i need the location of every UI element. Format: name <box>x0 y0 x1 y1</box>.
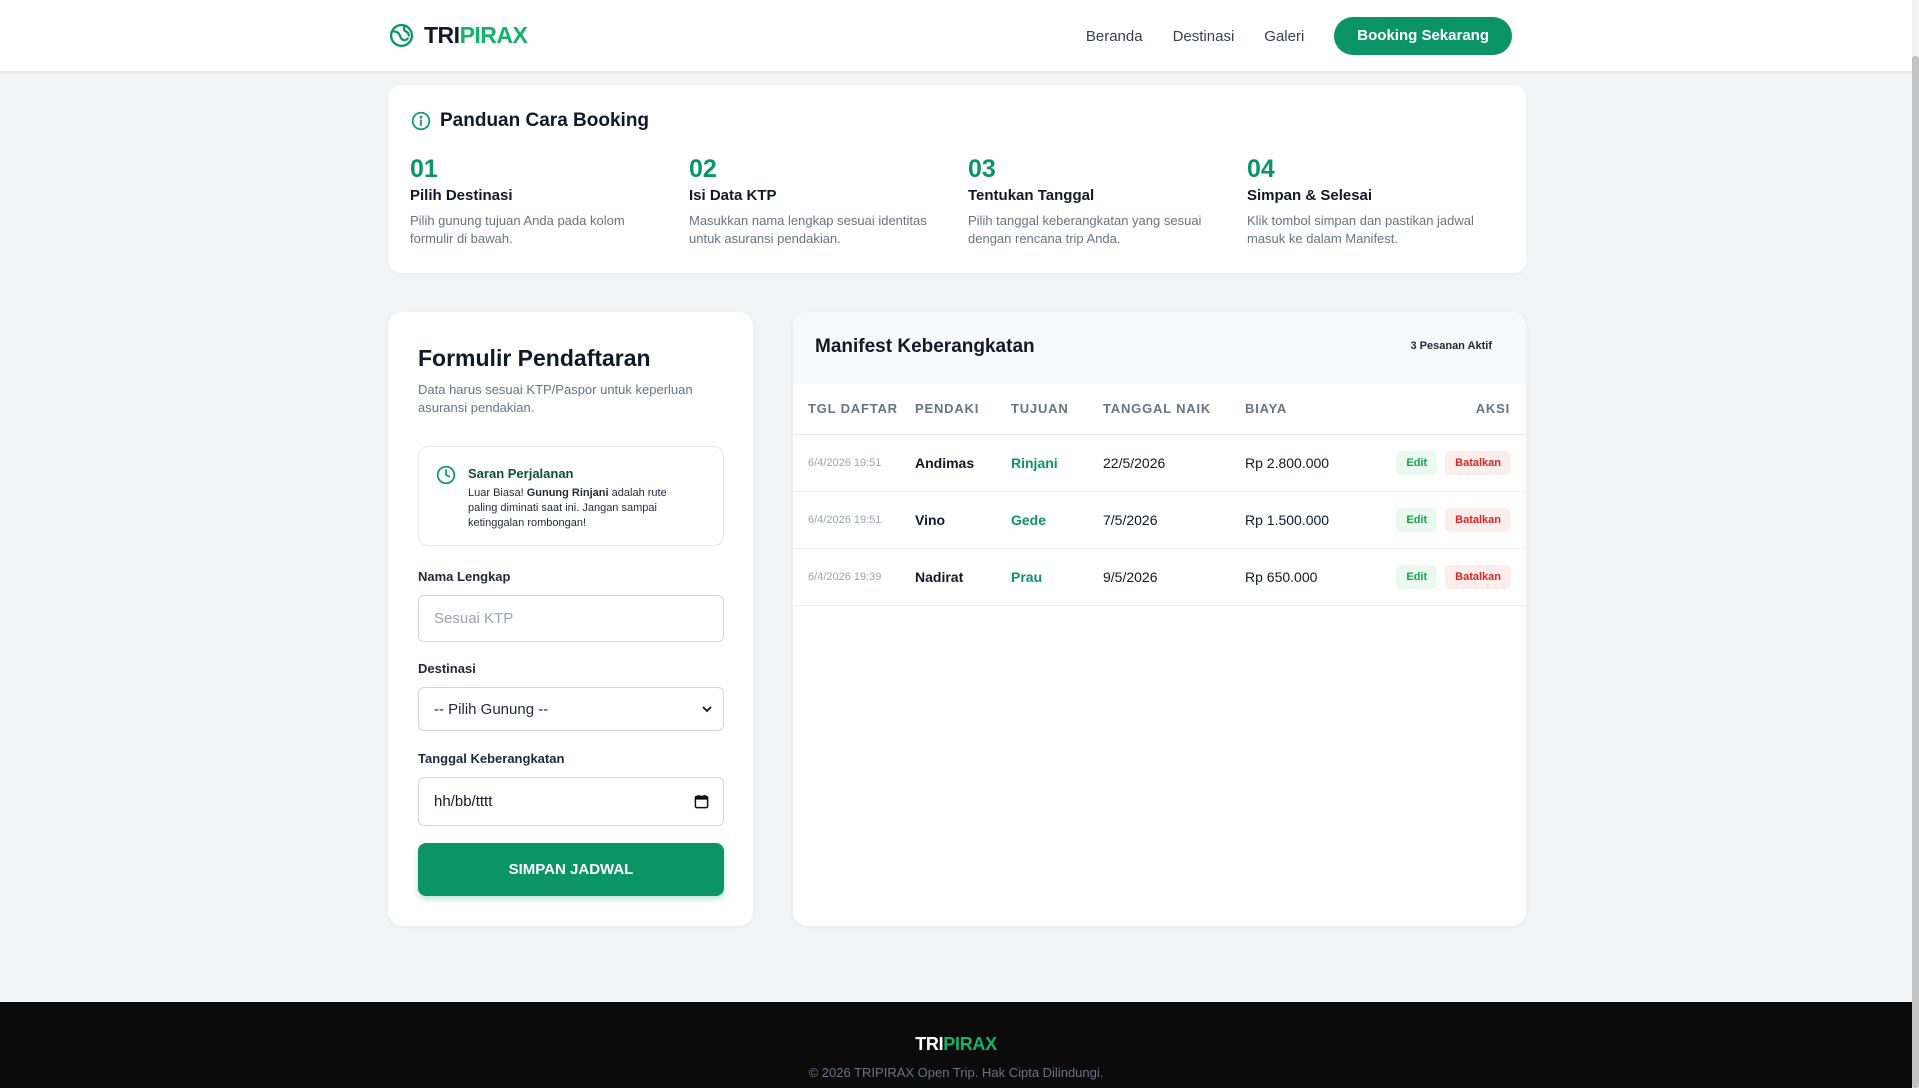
cell-hiker: Nadirat <box>915 548 1011 606</box>
step-description: Pilih gunung tujuan Anda pada kolom form… <box>410 213 625 246</box>
step-description: Pilih tanggal keberangkatan yang sesuai … <box>968 213 1202 246</box>
col-cost: BIAYA <box>1245 384 1370 435</box>
guide-step: 01 Pilih Destinasi Pilih gunung tujuan A… <box>410 155 689 248</box>
name-placeholder: Sesuai KTP <box>434 610 514 627</box>
guide-title: Panduan Cara Booking <box>440 110 650 131</box>
cell-climb-date: 22/5/2026 <box>1103 434 1245 492</box>
step-title: Simpan & Selesai <box>1247 187 1373 204</box>
edit-button[interactable]: Edit <box>1396 564 1438 589</box>
travel-tip-box: Saran Perjalanan Luar Biasa! Gunung Rinj… <box>418 446 724 546</box>
cell-hiker: Vino <box>915 491 1011 549</box>
departure-date-input[interactable]: hh/bb/tttt <box>418 777 724 826</box>
cancel-button[interactable]: Batalkan <box>1445 450 1511 475</box>
guide-step: 02 Isi Data KTP Masukkan nama lengkap se… <box>689 155 968 248</box>
guide-step: 04 Simpan & Selesai Klik tombol simpan d… <box>1247 155 1526 248</box>
site-footer: TRIPIRAX © 2026 TRIPIRAX Open Trip. Hak … <box>0 1002 1912 1088</box>
nav-link-galeri[interactable]: Galeri <box>1264 28 1304 45</box>
guide-step: 03 Tentukan Tanggal Pilih tanggal kebera… <box>968 155 1247 248</box>
cell-destination: Rinjani <box>1011 434 1103 492</box>
cell-climb-date: 7/5/2026 <box>1103 491 1245 549</box>
date-value: hh/bb/tttt <box>434 793 493 810</box>
tip-highlight: Gunung Rinjani <box>526 487 609 499</box>
table-row: 6/4/2026 19:51 Andimas Rinjani 22/5/2026… <box>793 434 1526 492</box>
nav-link-beranda[interactable]: Beranda <box>1086 28 1143 45</box>
chevron-down-icon <box>702 706 712 713</box>
tip-title: Saran Perjalanan <box>468 466 574 481</box>
cell-cost: Rp 2.800.000 <box>1245 434 1370 492</box>
step-number: 04 <box>1247 155 1275 183</box>
calendar-icon[interactable] <box>694 794 709 809</box>
step-number: 01 <box>410 155 438 183</box>
edit-button[interactable]: Edit <box>1396 450 1438 475</box>
save-schedule-button[interactable]: SIMPAN JADWAL <box>418 843 724 896</box>
cancel-button[interactable]: Batalkan <box>1445 564 1511 589</box>
cell-registered: 6/4/2026 19:39 <box>793 548 915 606</box>
departure-manifest-card: Manifest Keberangkatan 3 Pesanan Aktif T… <box>793 312 1526 926</box>
col-hiker: PENDAKI <box>915 384 1011 435</box>
cell-cost: Rp 1.500.000 <box>1245 491 1370 549</box>
form-title: Formulir Pendaftaran <box>418 345 651 371</box>
cell-cost: Rp 650.000 <box>1245 548 1370 606</box>
table-header-row: TGL DAFTAR PENDAKI TUJUAN TANGGAL NAIK B… <box>793 384 1526 435</box>
brand-logo[interactable]: TRIPIRAX <box>389 22 528 49</box>
tip-text: Luar Biasa! Gunung Rinjani adalah rute p… <box>468 487 667 529</box>
cancel-button[interactable]: Batalkan <box>1445 507 1511 532</box>
destination-selected-value: -- Pilih Gunung -- <box>434 700 549 718</box>
footer-logo: TRIPIRAX <box>915 1034 997 1054</box>
edit-button[interactable]: Edit <box>1396 507 1438 532</box>
copyright-text: © 2026 TRIPIRAX Open Trip. Hak Cipta Dil… <box>808 1065 1104 1080</box>
cell-destination: Prau <box>1011 548 1103 606</box>
cell-climb-date: 9/5/2026 <box>1103 548 1245 606</box>
scrollbar[interactable] <box>1912 0 1919 1088</box>
form-subtitle: Data harus sesuai KTP/Paspor untuk keper… <box>418 382 693 415</box>
step-description: Klik tombol simpan dan pastikan jadwal m… <box>1247 213 1474 246</box>
active-orders-badge: 3 Pesanan Aktif <box>1410 340 1492 352</box>
manifest-header: Manifest Keberangkatan 3 Pesanan Aktif <box>793 312 1526 384</box>
col-actions: AKSI <box>1370 384 1526 435</box>
table-row: 6/4/2026 19:51 Vino Gede 7/5/2026 Rp 1.5… <box>793 491 1526 549</box>
cell-actions: Edit Batalkan <box>1370 491 1526 549</box>
top-navbar: TRIPIRAX Beranda Destinasi Galeri Bookin… <box>0 0 1912 72</box>
name-label: Nama Lengkap <box>418 569 511 584</box>
brand-name: TRIPIRAX <box>424 22 528 48</box>
main-nav: Beranda Destinasi Galeri Booking Sekaran… <box>1086 17 1512 55</box>
booking-now-button[interactable]: Booking Sekarang <box>1334 17 1512 55</box>
step-title: Tentukan Tanggal <box>968 187 1095 204</box>
date-label: Tanggal Keberangkatan <box>418 751 565 766</box>
cell-registered: 6/4/2026 19:51 <box>793 434 915 492</box>
table-row: 6/4/2026 19:39 Nadirat Prau 9/5/2026 Rp … <box>793 548 1526 606</box>
step-title: Pilih Destinasi <box>410 187 513 204</box>
step-number: 02 <box>689 155 717 183</box>
cell-destination: Gede <box>1011 491 1103 549</box>
clock-icon <box>436 465 456 485</box>
col-destination: TUJUAN <box>1011 384 1103 435</box>
cell-hiker: Andimas <box>915 434 1011 492</box>
registration-form-card: Formulir Pendaftaran Data harus sesuai K… <box>388 312 753 926</box>
col-registered: TGL DAFTAR <box>793 384 915 435</box>
guide-heading: Panduan Cara Booking <box>411 110 649 132</box>
cell-registered: 6/4/2026 19:51 <box>793 491 915 549</box>
scrollbar-thumb[interactable] <box>1912 56 1919 1088</box>
booking-guide-card: Panduan Cara Booking 01 Pilih Destinasi … <box>388 85 1526 273</box>
step-number: 03 <box>968 155 996 183</box>
cell-actions: Edit Batalkan <box>1370 548 1526 606</box>
full-name-input[interactable]: Sesuai KTP <box>418 595 724 642</box>
info-icon <box>411 111 431 131</box>
manifest-title: Manifest Keberangkatan <box>815 336 1035 357</box>
destination-select[interactable]: -- Pilih Gunung -- <box>418 687 724 731</box>
globe-leaf-icon <box>389 23 414 48</box>
manifest-table: TGL DAFTAR PENDAKI TUJUAN TANGGAL NAIK B… <box>793 384 1526 606</box>
step-description: Masukkan nama lengkap sesuai identitas u… <box>689 213 927 246</box>
cell-actions: Edit Batalkan <box>1370 434 1526 492</box>
guide-steps: 01 Pilih Destinasi Pilih gunung tujuan A… <box>410 155 1526 248</box>
col-climb-date: TANGGAL NAIK <box>1103 384 1245 435</box>
destination-label: Destinasi <box>418 661 476 676</box>
nav-link-destinasi[interactable]: Destinasi <box>1173 28 1235 45</box>
step-title: Isi Data KTP <box>689 187 777 204</box>
